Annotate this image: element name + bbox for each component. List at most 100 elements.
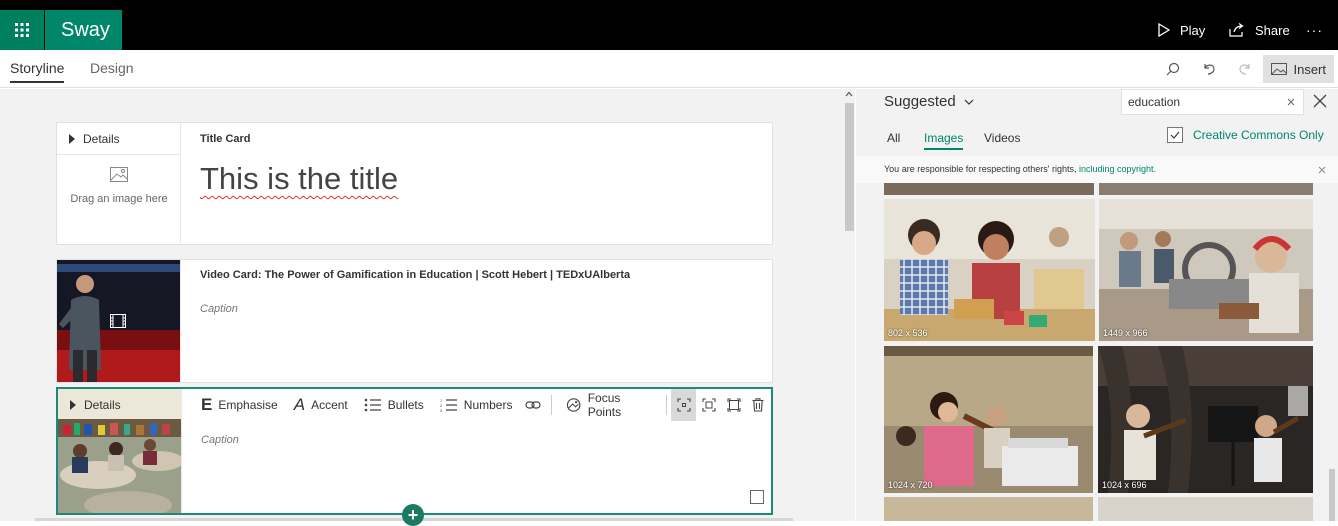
bullets-label: Bullets <box>387 398 424 412</box>
title-card[interactable]: Details Drag an image here Title Card Th… <box>56 122 773 245</box>
close-panel-icon[interactable] <box>1313 94 1327 108</box>
details-toggle[interactable]: Details <box>69 132 120 146</box>
accent-button[interactable]: A Accent <box>286 389 356 421</box>
app-launcher-icon[interactable] <box>0 10 44 50</box>
creative-commons-toggle[interactable]: Creative Commons Only <box>1167 127 1324 143</box>
insert-button[interactable]: Insert <box>1263 55 1334 83</box>
scroll-thumb[interactable] <box>845 103 854 231</box>
filter-all[interactable]: All <box>887 131 900 145</box>
fit-small-icon[interactable] <box>671 389 697 421</box>
top-bar: Sway Play Share ··· <box>0 0 1338 50</box>
tab-design[interactable]: Design <box>90 60 134 76</box>
bullets-button[interactable]: Bullets <box>356 389 432 421</box>
fit-large-icon[interactable] <box>721 389 746 421</box>
image-dimensions: 1024 x 720 <box>888 480 933 490</box>
notice-text: You are responsible for respecting other… <box>884 164 1079 174</box>
film-icon <box>110 314 126 328</box>
image-card-sidebar: Details <box>58 389 182 513</box>
source-label: Suggested <box>884 93 956 110</box>
image-result[interactable] <box>1099 183 1313 195</box>
scroll-up-icon[interactable] <box>845 91 853 97</box>
tab-storyline[interactable]: Storyline <box>10 60 65 83</box>
fit-medium-icon[interactable] <box>696 389 721 421</box>
accent-icon: A <box>293 395 306 414</box>
creative-commons-label: Creative Commons Only <box>1193 128 1324 142</box>
children-playing-image <box>884 199 1095 341</box>
more-options-button[interactable]: ··· <box>1306 10 1323 50</box>
copyright-link[interactable]: including copyright. <box>1079 164 1156 174</box>
focus-points-label: Focus Points <box>587 391 622 419</box>
panel-scrollbar[interactable] <box>1329 469 1335 521</box>
emphasise-label: Emphasise <box>218 398 278 412</box>
insert-panel: Suggested education All Images Videos Cr… <box>856 89 1338 521</box>
title-card-sidebar: Details Drag an image here <box>57 123 181 244</box>
image-placeholder-icon <box>110 167 128 182</box>
image-result[interactable] <box>884 497 1093 521</box>
video-card[interactable]: Video Card: The Power of Gamification in… <box>56 259 773 383</box>
insert-image-icon <box>1271 63 1288 75</box>
details-label: Details <box>84 398 121 412</box>
card-type-label: Title Card <box>200 133 251 145</box>
link-icon[interactable] <box>520 389 545 421</box>
image-caption-field[interactable]: Caption <box>201 434 239 446</box>
details-label: Details <box>83 132 120 146</box>
canvas-scrollbar[interactable] <box>843 89 855 521</box>
copyright-notice: You are responsible for respecting other… <box>856 156 1338 183</box>
image-result[interactable]: 1024 x 720 <box>884 346 1093 493</box>
play-button[interactable]: Play <box>1158 10 1205 50</box>
emphasise-button[interactable]: E Emphasise <box>182 389 286 421</box>
image-result[interactable]: 802 x 536 <box>884 199 1095 341</box>
creative-commons-checkbox[interactable] <box>1167 127 1183 143</box>
image-dimensions: 802 x 536 <box>888 328 928 338</box>
share-button[interactable]: Share <box>1229 10 1290 50</box>
checkmark-icon <box>1170 131 1180 139</box>
image-result[interactable] <box>1098 497 1313 521</box>
undo-icon[interactable] <box>1191 50 1227 88</box>
share-icon <box>1229 23 1244 37</box>
image-result[interactable]: 1449 x 966 <box>1099 199 1313 341</box>
numbers-button[interactable]: 123 Numbers <box>432 389 521 421</box>
drag-image-label: Drag an image here <box>70 193 168 205</box>
storyline-canvas: Details Drag an image here Title Card Th… <box>0 89 843 526</box>
redo-icon[interactable] <box>1227 50 1263 88</box>
clear-search-icon[interactable] <box>1287 98 1295 106</box>
search-input[interactable]: education <box>1121 89 1304 115</box>
svg-text:3: 3 <box>440 408 443 412</box>
search-value: education <box>1128 95 1181 109</box>
app-name[interactable]: Sway <box>45 10 122 50</box>
filter-videos[interactable]: Videos <box>984 131 1020 145</box>
expand-arrow-icon <box>70 400 76 410</box>
search-icon[interactable] <box>1155 50 1191 88</box>
insert-label: Insert <box>1293 61 1326 77</box>
image-result[interactable] <box>884 183 1094 195</box>
focus-points-button[interactable]: Focus Points <box>558 389 662 421</box>
details-toggle[interactable]: Details <box>70 398 121 412</box>
play-icon <box>1158 23 1170 37</box>
format-toolbar: E Emphasise A Accent Bullets 123 Numbers <box>182 389 771 421</box>
filter-images[interactable]: Images <box>924 131 964 150</box>
divider <box>57 154 181 155</box>
select-card-checkbox[interactable] <box>750 490 764 504</box>
image-drop-zone[interactable]: Drag an image here <box>57 167 181 205</box>
image-dimensions: 1449 x 966 <box>1103 328 1148 338</box>
add-card-icon[interactable]: + <box>402 504 424 526</box>
expand-arrow-icon <box>69 134 75 144</box>
source-dropdown[interactable]: Suggested <box>884 93 974 110</box>
title-text-field[interactable]: This is the title <box>200 161 398 197</box>
video-caption-field[interactable]: Caption <box>200 303 238 315</box>
video-thumbnail[interactable] <box>57 260 181 382</box>
delete-icon[interactable] <box>746 389 771 421</box>
chevron-down-icon <box>964 99 974 105</box>
image-dimensions: 1024 x 696 <box>1102 480 1147 490</box>
image-card[interactable]: Details E Emphasise A Accent Bullets 123 <box>56 387 773 515</box>
emphasise-icon: E <box>201 395 213 414</box>
music-stand-image <box>1098 346 1313 493</box>
workshop-saw-image <box>1099 199 1313 341</box>
share-label: Share <box>1255 22 1290 38</box>
image-result[interactable]: 1024 x 696 <box>1098 346 1313 493</box>
video-card-title: Video Card: The Power of Gamification in… <box>200 269 631 281</box>
bullets-icon <box>364 398 381 412</box>
dismiss-notice-icon[interactable] <box>1318 166 1326 174</box>
accent-label: Accent <box>311 398 348 412</box>
toolbar: Storyline Design Insert <box>0 50 1338 88</box>
